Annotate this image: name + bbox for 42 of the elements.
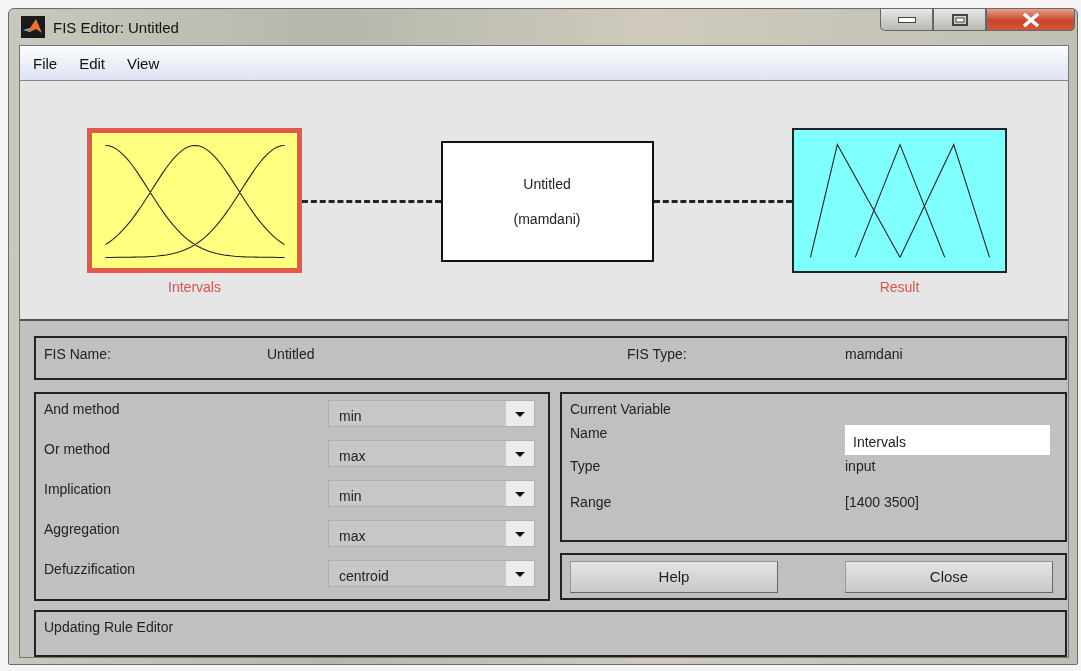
close-icon bbox=[1021, 12, 1040, 27]
menu-item[interactable]: Edit bbox=[68, 52, 117, 74]
variable-name-field[interactable]: Intervals bbox=[845, 425, 1050, 455]
window-title: FIS Editor: Untitled bbox=[53, 18, 179, 36]
method-dropdown[interactable]: min bbox=[328, 480, 535, 507]
field-label: FIS Name: bbox=[44, 346, 112, 364]
section-title: Current Variable bbox=[570, 401, 672, 417]
method-label: Defuzzification bbox=[44, 560, 137, 579]
method-label: Or method bbox=[44, 440, 112, 459]
status-message: Updating Rule Editor bbox=[44, 619, 174, 635]
maximize-button[interactable] bbox=[933, 9, 986, 31]
app-icon bbox=[21, 16, 45, 38]
method-label: Implication bbox=[44, 480, 112, 499]
method-label: And method bbox=[44, 400, 121, 419]
dialog-button[interactable]: Help bbox=[570, 560, 778, 593]
method-dropdown[interactable]: centroid bbox=[328, 560, 535, 587]
system-type: (mamdani) bbox=[513, 211, 581, 227]
field-label: Name bbox=[570, 425, 609, 441]
method-label: Aggregation bbox=[44, 520, 121, 539]
close-button[interactable] bbox=[986, 9, 1075, 31]
variable-label: Result bbox=[879, 279, 920, 295]
minimize-button[interactable] bbox=[880, 9, 933, 31]
minimize-icon bbox=[897, 16, 916, 23]
field-label: Range bbox=[570, 494, 613, 510]
input-variable-box[interactable] bbox=[87, 128, 302, 273]
field-label: Type bbox=[570, 458, 602, 474]
maximize-icon bbox=[951, 13, 968, 26]
dialog-button[interactable]: Close bbox=[845, 560, 1053, 593]
menu-item[interactable]: File bbox=[22, 52, 69, 74]
variable-label: Intervals bbox=[168, 279, 221, 295]
method-dropdown[interactable]: min bbox=[328, 400, 535, 427]
fis-name-value: Untitled bbox=[267, 346, 316, 364]
method-dropdown[interactable]: max bbox=[328, 520, 535, 547]
menu-item[interactable]: View bbox=[116, 52, 171, 74]
fis-type-value: mamdani bbox=[845, 346, 904, 364]
field-label: FIS Type: bbox=[627, 346, 688, 364]
variable-range-value: [1400 3500] bbox=[845, 494, 920, 510]
variable-type-value: input bbox=[845, 458, 877, 474]
system-box[interactable]: Untitled (mamdani) bbox=[440, 141, 654, 262]
output-variable-box[interactable] bbox=[792, 128, 1007, 273]
method-dropdown[interactable]: max bbox=[328, 440, 535, 467]
system-name: Untitled bbox=[523, 176, 571, 192]
